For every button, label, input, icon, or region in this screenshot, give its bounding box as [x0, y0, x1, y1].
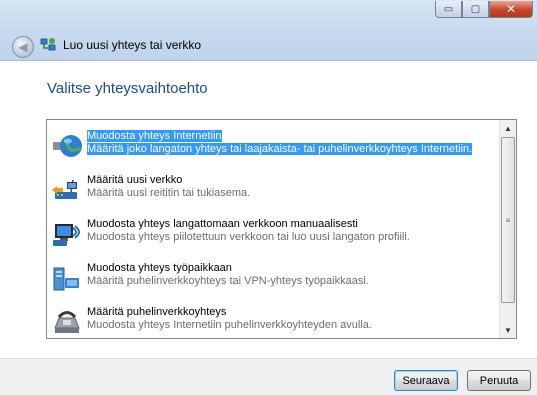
- maximize-button[interactable]: ▢: [462, 1, 489, 18]
- option-connect-internet[interactable]: Muodosta yhteys Internetiin Määritä joko…: [47, 126, 497, 166]
- back-arrow-icon: ◀: [18, 40, 28, 54]
- option-manual-wireless[interactable]: Muodosta yhteys langattomaan verkkoon ma…: [47, 214, 497, 254]
- dialog-footer: Seuraava Peruuta: [0, 358, 537, 395]
- option-connect-workplace[interactable]: Muodosta yhteys työpaikkaan Määritä puhe…: [47, 258, 497, 298]
- option-title: Muodosta yhteys Internetiin: [87, 130, 222, 142]
- scroll-up-button[interactable]: ▲: [500, 120, 516, 136]
- option-setup-network[interactable]: Määritä uusi verkko Määritä uusi reititi…: [47, 170, 497, 210]
- page-heading: Valitse yhteysvaihtoehto: [47, 80, 208, 97]
- scroll-down-button[interactable]: ▼: [500, 322, 516, 338]
- option-description: Muodosta yhteys piilotettuun verkkoon ta…: [87, 231, 410, 243]
- caption-buttons: ▭ ▢ ✕: [435, 1, 533, 18]
- option-description: Määritä puhelinverkkoyhteys tai VPN-yhte…: [87, 275, 369, 287]
- list-scrollbar[interactable]: ▲ ≡ ▼: [499, 120, 516, 338]
- window-title-bar: ▭ ▢ ✕ ◀ Luo uusi yhteys tai verkko: [0, 0, 537, 61]
- back-button[interactable]: ◀: [12, 36, 34, 58]
- scroll-thumb[interactable]: ≡: [501, 137, 515, 303]
- option-title: Muodosta yhteys langattomaan verkkoon ma…: [87, 218, 358, 230]
- modem-phone-icon: [54, 311, 80, 333]
- option-title: Määritä puhelinverkkoyhteys: [87, 306, 227, 318]
- close-button[interactable]: ✕: [489, 1, 533, 18]
- router-icon: [52, 179, 77, 199]
- connection-options-list[interactable]: Muodosta yhteys Internetiin Määritä joko…: [46, 119, 517, 339]
- next-button[interactable]: Seuraava: [394, 370, 458, 391]
- workplace-icon: [53, 267, 79, 291]
- option-description: Määritä joko langaton yhteys tai laajaka…: [87, 143, 473, 155]
- option-description: Määritä uusi reititin tai tukiasema.: [87, 187, 251, 199]
- cancel-button[interactable]: Peruuta: [467, 370, 531, 391]
- option-title: Muodosta yhteys työpaikkaan: [87, 262, 232, 274]
- option-title: Määritä uusi verkko: [87, 174, 183, 186]
- minimize-button[interactable]: ▭: [435, 1, 462, 18]
- wireless-network-icon: [53, 224, 80, 246]
- option-description: Muodosta yhteys Internetiin puhelinverkk…: [87, 319, 372, 331]
- window-title: Luo uusi yhteys tai verkko: [63, 38, 202, 52]
- option-dialup[interactable]: Määritä puhelinverkkoyhteys Muodosta yht…: [47, 302, 497, 338]
- network-connection-icon: [40, 38, 56, 51]
- globe-icon: [53, 135, 82, 157]
